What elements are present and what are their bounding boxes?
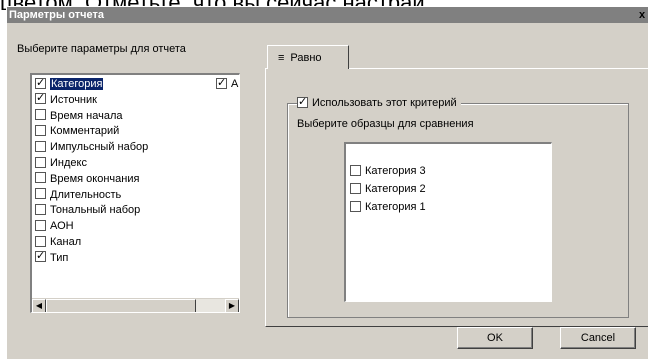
checkbox-icon[interactable] xyxy=(35,203,46,215)
parameter-label: Тональный набор xyxy=(50,204,141,217)
parameter-label: Индекс xyxy=(50,157,87,169)
report-parameters-dialog: Парметры отчета x Выберите параметры для… xyxy=(6,6,648,359)
checkbox-icon[interactable] xyxy=(35,235,46,247)
checkbox-icon[interactable] xyxy=(35,219,46,231)
parameter-label: Источник xyxy=(50,93,97,106)
parameters-list[interactable]: ✓ Тип Канал АОН Тональный набор Длительность В… xyxy=(30,73,240,313)
parameter-item[interactable]: ✓ Тип xyxy=(35,251,68,266)
use-criterion-label: Использовать этот критерий xyxy=(312,97,457,109)
parameter-label: А xyxy=(231,78,239,90)
checkbox-icon[interactable]: ✓ xyxy=(35,251,46,263)
parameter-label: Длительность xyxy=(50,188,122,201)
use-criterion-checkbox[interactable]: ✓ Использовать этот критерий xyxy=(297,96,461,110)
equals-icon: ≡ xyxy=(278,52,285,64)
checkbox-icon[interactable] xyxy=(35,109,46,121)
checkbox-icon[interactable] xyxy=(350,182,361,194)
close-icon[interactable]: x xyxy=(637,9,647,21)
tab-equals[interactable]: ≡ Равно xyxy=(267,45,349,69)
checkbox-icon[interactable] xyxy=(35,172,46,184)
parameter-label: Время окончания xyxy=(50,172,140,185)
scrollbar-thumb[interactable] xyxy=(46,299,196,312)
horizontal-scrollbar[interactable]: ◀ ▶ xyxy=(32,298,239,312)
checkbox-icon[interactable] xyxy=(35,140,46,152)
ok-button[interactable]: OK xyxy=(457,327,533,349)
checkbox-icon[interactable]: ✓ xyxy=(297,96,308,108)
parameter-item[interactable]: ✓ Источник xyxy=(35,93,97,108)
tab-label: Равно xyxy=(290,52,322,64)
parameter-item[interactable]: ✓ Категория xyxy=(35,77,104,92)
parameter-label: АОН xyxy=(50,220,74,233)
parameters-section-label: Выберите параметры для отчета xyxy=(17,43,186,55)
sample-item[interactable]: Категория 1 xyxy=(350,200,426,215)
parameter-label: Импульсный набор xyxy=(50,141,149,154)
checkbox-icon[interactable] xyxy=(350,164,361,176)
sample-label: Категория 2 xyxy=(365,183,426,195)
parameter-label: Комментарий xyxy=(50,125,120,138)
parameter-label: Канал xyxy=(50,236,82,248)
cancel-button[interactable]: Cancel xyxy=(560,327,636,349)
dialog-title: Парметры отчета xyxy=(9,9,104,21)
parameter-item[interactable]: АОН xyxy=(35,219,74,234)
parameter-item[interactable]: Канал xyxy=(35,235,81,250)
parameter-item[interactable]: Импульсный набор xyxy=(35,140,148,155)
scroll-left-icon[interactable]: ◀ xyxy=(32,299,46,312)
checkbox-icon[interactable]: ✓ xyxy=(35,93,46,105)
parameter-label: Тип xyxy=(50,251,69,264)
parameter-label: Категория xyxy=(50,78,104,90)
parameter-item-col2[interactable]: ✓ А xyxy=(216,77,238,92)
dialog-titlebar[interactable]: Парметры отчета x xyxy=(7,7,648,23)
checkbox-icon[interactable]: ✓ xyxy=(35,77,46,89)
checkbox-icon[interactable] xyxy=(35,156,46,168)
samples-list[interactable]: Категория 3 Категория 2 Категория 1 xyxy=(344,142,552,302)
parameter-item[interactable]: Время окончания xyxy=(35,172,139,187)
sample-label: Категория 3 xyxy=(365,165,426,177)
sample-item[interactable]: Категория 2 xyxy=(350,182,426,197)
parameter-item[interactable]: Тональный набор xyxy=(35,203,140,218)
parameter-item[interactable]: Длительность xyxy=(35,188,121,203)
sample-item[interactable]: Категория 3 xyxy=(350,164,426,179)
sample-label: Категория 1 xyxy=(365,201,426,213)
checkbox-icon[interactable]: ✓ xyxy=(216,77,227,89)
checkbox-icon[interactable] xyxy=(35,124,46,136)
parameter-label: Время начала xyxy=(50,109,123,122)
samples-section-label: Выберите образцы для сравнения xyxy=(297,118,474,130)
scroll-right-icon[interactable]: ▶ xyxy=(225,299,239,312)
checkbox-icon[interactable] xyxy=(35,188,46,200)
parameter-item[interactable]: Индекс xyxy=(35,156,87,171)
parameter-item[interactable]: Время начала xyxy=(35,109,122,124)
checkbox-icon[interactable] xyxy=(350,200,361,212)
parameter-item[interactable]: Комментарий xyxy=(35,124,119,139)
